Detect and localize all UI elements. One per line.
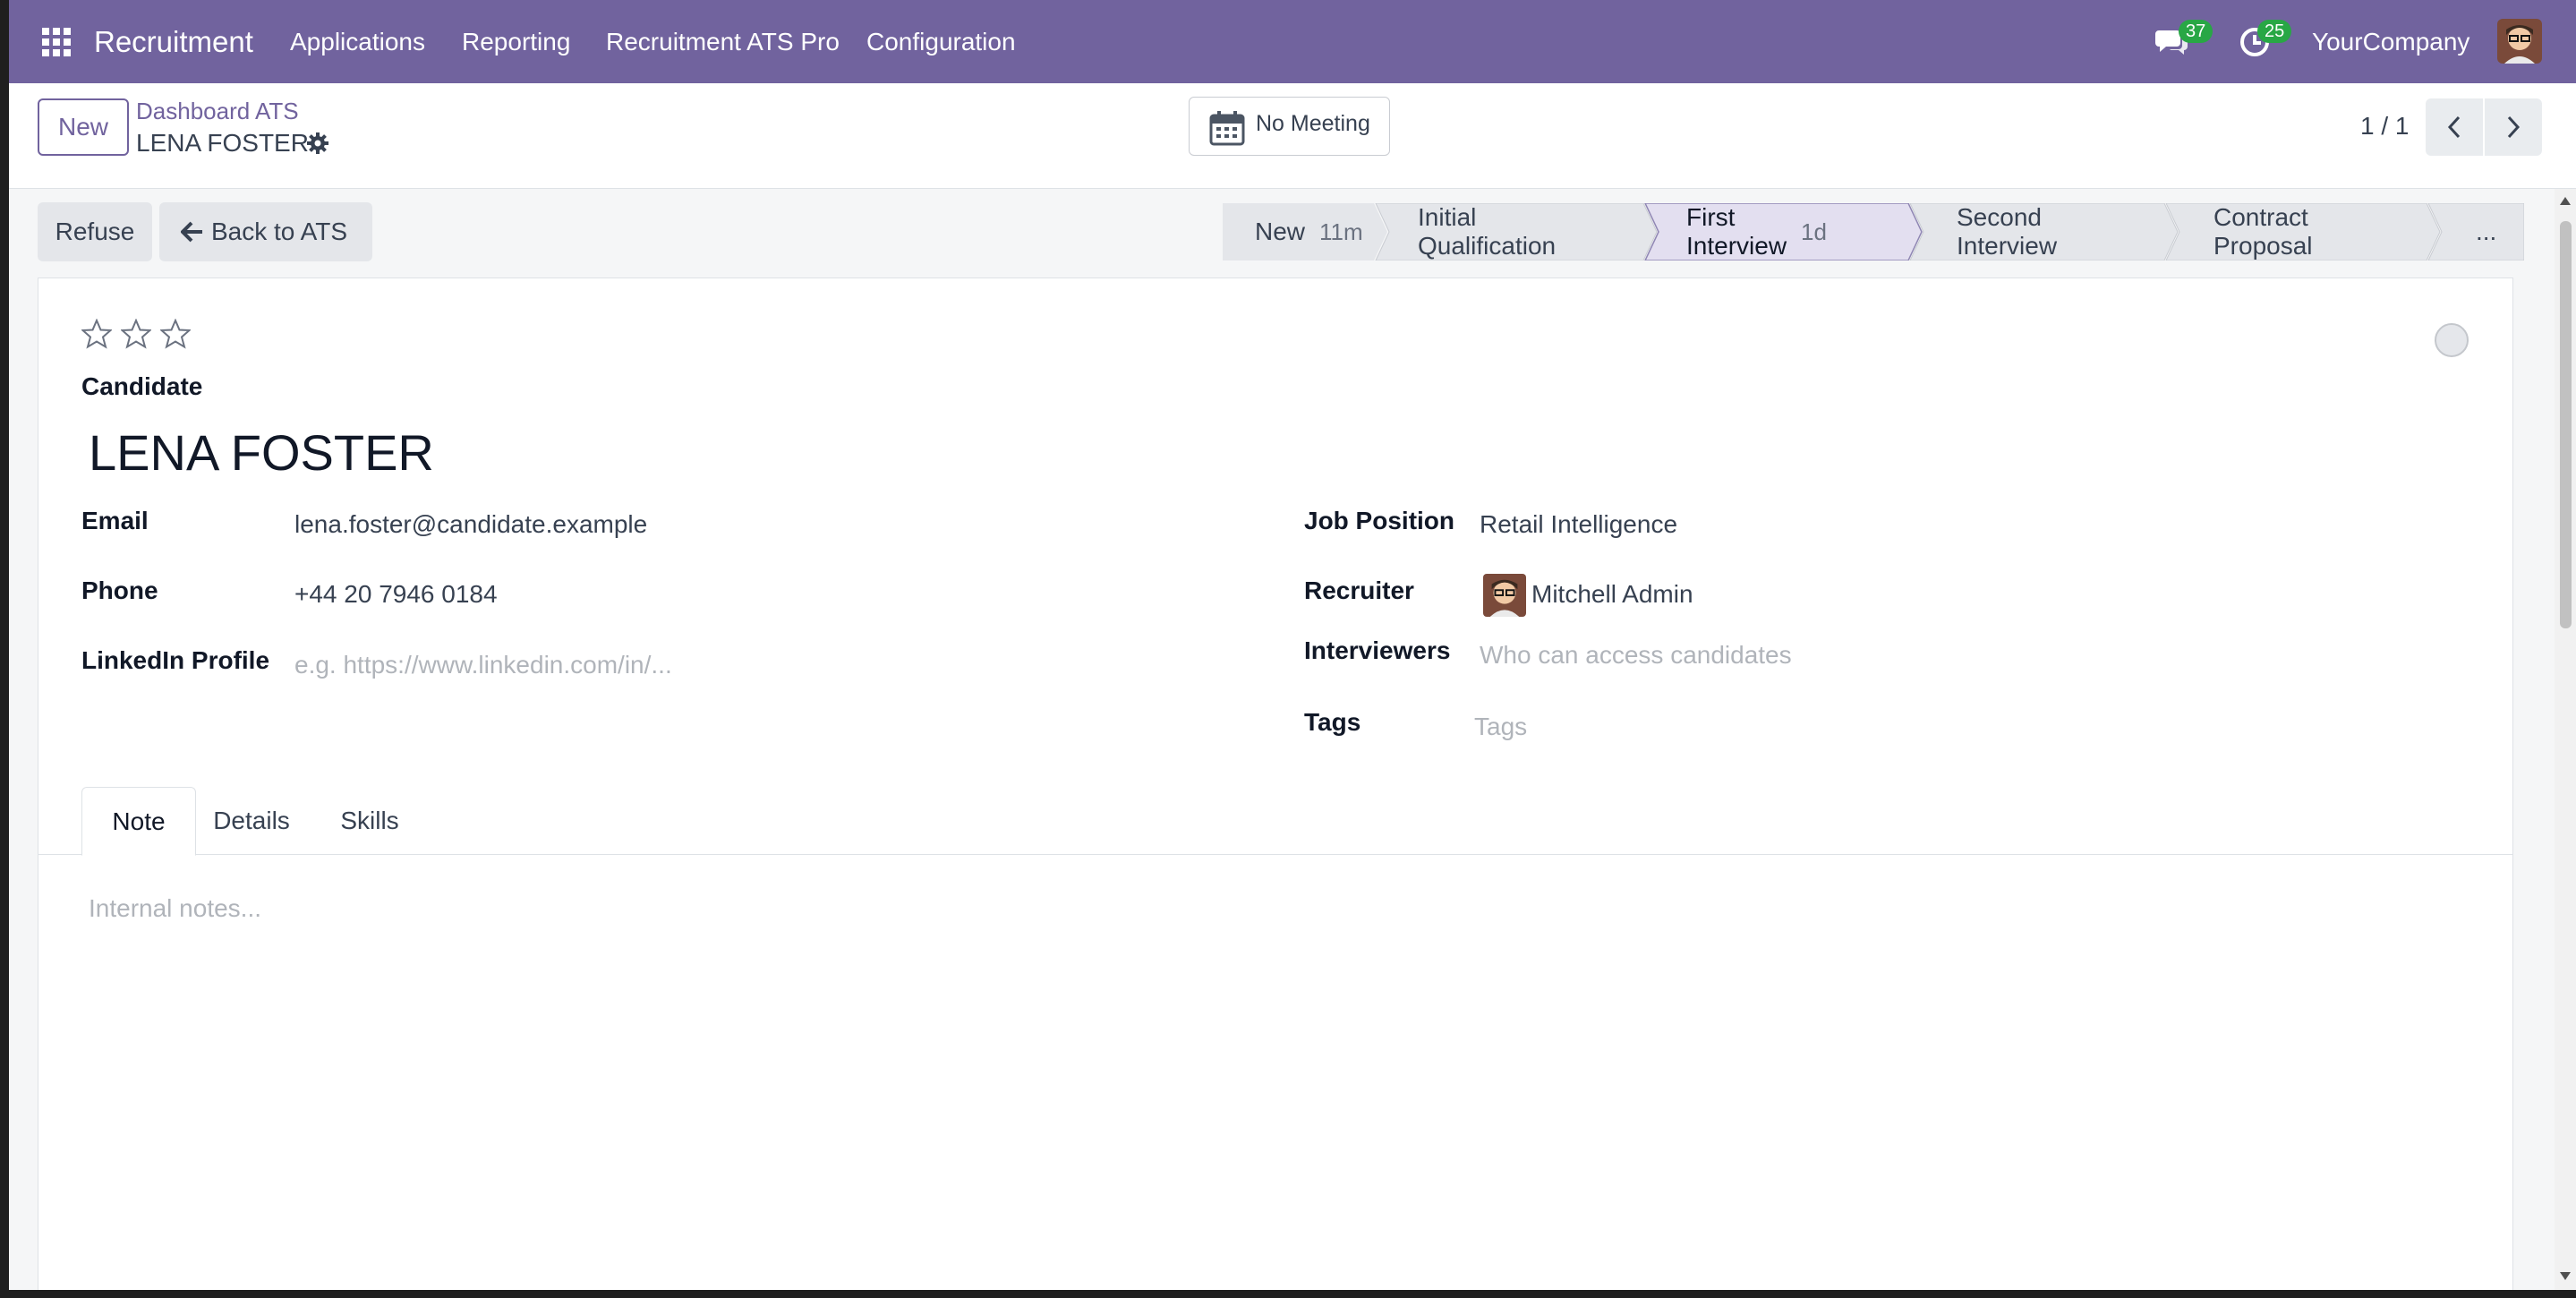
- control-panel: New Dashboard ATS LENA FOSTER No Meeting…: [9, 83, 2576, 189]
- gear-icon[interactable]: [306, 132, 329, 155]
- back-to-ats-button[interactable]: Back to ATS: [159, 202, 372, 261]
- company-switcher[interactable]: YourCompany: [2312, 28, 2469, 56]
- menu-configuration[interactable]: Configuration: [866, 28, 1016, 56]
- app-window: Recruitment Applications Reporting Recru…: [9, 0, 2576, 1290]
- meeting-label: No Meeting: [1256, 111, 1370, 136]
- recruiter-label: Recruiter: [1304, 576, 1414, 604]
- menu-reporting[interactable]: Reporting: [462, 28, 570, 56]
- candidate-name-field[interactable]: LENA FOSTER: [89, 423, 434, 482]
- linkedin-field[interactable]: e.g. https://www.linkedin.com/in/...: [294, 651, 672, 679]
- stage-first-interview[interactable]: First Interview 1d: [1686, 203, 1827, 260]
- user-avatar[interactable]: [2497, 19, 2542, 64]
- pager-value[interactable]: 1 / 1: [2360, 112, 2409, 141]
- stage-first-interview-duration: 1d: [1801, 218, 1827, 245]
- stage-second-interview[interactable]: Second Interview: [1957, 203, 2057, 260]
- stage-new-duration: 11m: [1319, 218, 1363, 245]
- back-to-ats-label: Back to ATS: [211, 218, 347, 245]
- candidate-label: Candidate: [81, 372, 203, 400]
- stage-contract-proposal-label: Contract Proposal: [2213, 203, 2313, 260]
- scrollbar-thumb[interactable]: [2560, 221, 2572, 628]
- email-field[interactable]: lena.foster@candidate.example: [294, 510, 647, 539]
- stage-more[interactable]: ...: [2476, 203, 2496, 260]
- app-brand[interactable]: Recruitment: [94, 25, 253, 59]
- tags-field[interactable]: Tags: [1474, 713, 1527, 741]
- meeting-smart-button[interactable]: No Meeting: [1189, 97, 1390, 156]
- stage-second-interview-label: Second Interview: [1957, 203, 2058, 260]
- stage-new[interactable]: New 11m: [1255, 203, 1363, 260]
- stage-more-label: ...: [2476, 218, 2497, 245]
- stage-initial-qualification[interactable]: Initial Qualification: [1418, 203, 1556, 260]
- pager-previous-button[interactable]: [2426, 98, 2483, 156]
- messages-badge: 37: [2179, 20, 2213, 43]
- stage-new-label: New: [1255, 218, 1306, 245]
- job-position-label: Job Position: [1304, 507, 1454, 534]
- star-icon[interactable]: [121, 319, 151, 349]
- scroll-down-icon[interactable]: [2558, 1268, 2572, 1283]
- star-icon[interactable]: [81, 319, 112, 349]
- breadcrumb-current: LENA FOSTER: [136, 129, 309, 157]
- top-navbar: Recruitment Applications Reporting Recru…: [9, 0, 2576, 83]
- breadcrumb-parent-link[interactable]: Dashboard ATS: [136, 98, 299, 125]
- star-icon[interactable]: [160, 319, 191, 349]
- chevron-right-icon: [2507, 115, 2521, 139]
- tab-skills[interactable]: Skills: [332, 787, 407, 855]
- form-content: Refuse Back to ATS New 11m Initial Quali…: [9, 189, 2576, 1290]
- calendar-icon: [1209, 111, 1245, 146]
- refuse-button[interactable]: Refuse: [38, 202, 152, 261]
- recruiter-field[interactable]: Mitchell Admin: [1531, 580, 1693, 609]
- arrow-left-icon: [181, 221, 202, 243]
- stage-contract-proposal[interactable]: Contract Proposal: [2213, 203, 2313, 260]
- scroll-up-icon[interactable]: [2558, 194, 2572, 209]
- tab-note[interactable]: Note: [81, 787, 196, 856]
- notebook-tabs: Note Details Skills: [38, 787, 2512, 856]
- vertical-scrollbar[interactable]: [2555, 189, 2576, 1290]
- phone-field[interactable]: +44 20 7946 0184: [294, 580, 498, 609]
- stage-initial-qualification-label: Initial Qualification: [1418, 203, 1557, 260]
- apps-menu-icon[interactable]: [40, 26, 73, 58]
- pager-next-button[interactable]: [2485, 98, 2542, 156]
- activities-badge: 25: [2257, 20, 2292, 43]
- form-sheet: Candidate LENA FOSTER Email lena.foster@…: [38, 278, 2513, 1290]
- recruiter-avatar: [1483, 574, 1526, 617]
- stage-first-interview-label: First Interview: [1686, 203, 1787, 260]
- interviewers-label: Interviewers: [1304, 636, 1451, 664]
- phone-label: Phone: [81, 576, 158, 604]
- chevron-left-icon: [2447, 115, 2461, 139]
- tab-details[interactable]: Details: [205, 787, 298, 855]
- email-label: Email: [81, 507, 149, 534]
- tags-label: Tags: [1304, 708, 1361, 736]
- linkedin-label: LinkedIn Profile: [81, 646, 270, 674]
- menu-applications[interactable]: Applications: [290, 28, 425, 56]
- interviewers-field[interactable]: Who can access candidates: [1480, 641, 1792, 670]
- new-record-button[interactable]: New: [38, 98, 129, 156]
- menu-recruitment-ats-pro[interactable]: Recruitment ATS Pro: [606, 28, 840, 56]
- priority-stars: [81, 319, 191, 349]
- internal-notes-field[interactable]: Internal notes...: [89, 894, 261, 923]
- kanban-state-indicator[interactable]: [2435, 323, 2469, 357]
- job-position-field[interactable]: Retail Intelligence: [1480, 510, 1677, 539]
